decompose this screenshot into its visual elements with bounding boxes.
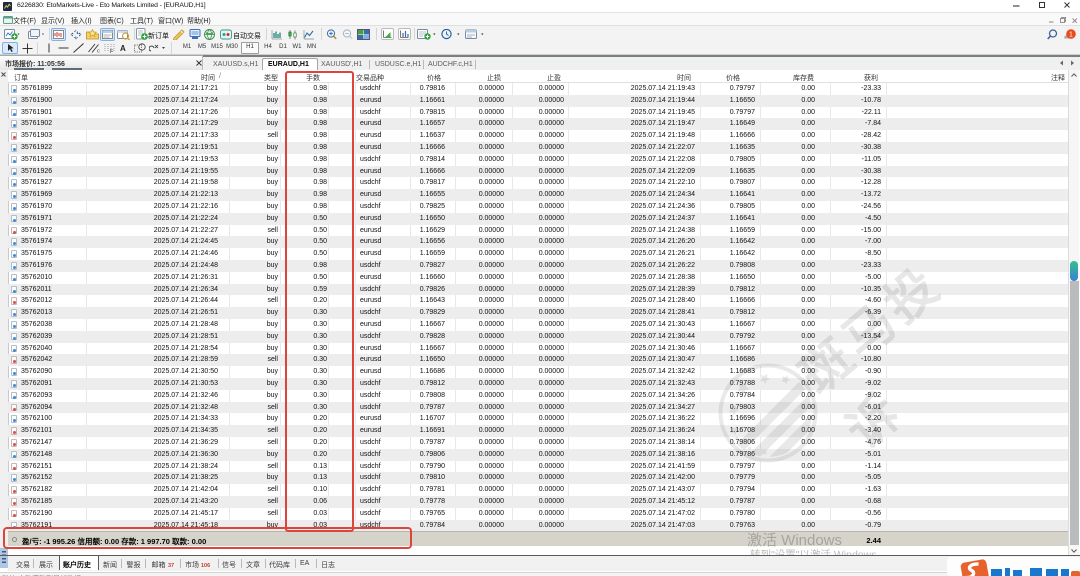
svg-text:F: F <box>110 49 114 53</box>
svg-text:1: 1 <box>1069 31 1073 38</box>
svg-text:c: c <box>97 49 100 54</box>
